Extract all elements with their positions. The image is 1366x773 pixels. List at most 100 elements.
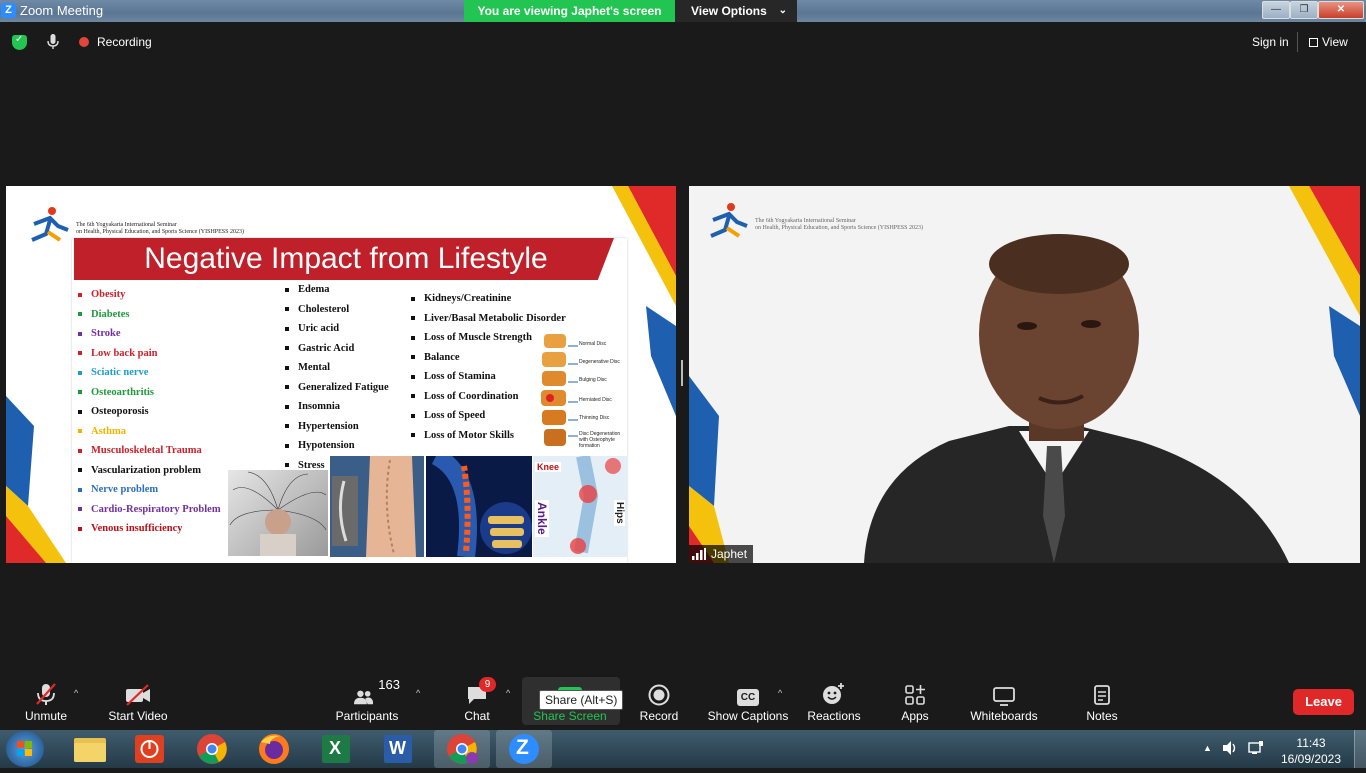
unmute-button[interactable]: Unmute xyxy=(22,672,70,730)
recording-label[interactable]: Recording xyxy=(97,35,152,49)
seminar-logo-icon xyxy=(31,207,69,242)
impact-list-item-text: Stress xyxy=(298,459,325,471)
taskbar-excel[interactable]: X xyxy=(310,730,362,768)
bullet-icon xyxy=(411,394,415,399)
impact-list-item-text: Loss of Coordination xyxy=(424,390,519,402)
speaker-seminar-line-2: on Health, Physical Education, and Sport… xyxy=(755,225,923,231)
power-app-icon xyxy=(135,735,164,763)
chat-unread-badge: 9 xyxy=(479,677,496,692)
hips-label: Hips xyxy=(614,500,625,526)
close-window-button[interactable]: ✕ xyxy=(1318,1,1364,19)
spine-disc-illustration: Normal Disc Degenerative Disc Bulging Disc… xyxy=(536,332,626,450)
bullet-icon xyxy=(285,346,289,351)
bullet-icon xyxy=(78,292,82,297)
taskbar-firefox[interactable] xyxy=(248,730,300,768)
view-button[interactable]: View xyxy=(1309,35,1348,49)
captions-options-chevron-icon[interactable]: ^ xyxy=(778,688,782,698)
impact-list-item: Edema xyxy=(285,284,389,304)
recording-dot-icon xyxy=(79,37,89,47)
encryption-shield-icon[interactable] xyxy=(12,34,27,50)
video-off-icon xyxy=(126,684,150,706)
taskbar-clock[interactable]: 11:43 16/09/2023 xyxy=(1280,735,1342,767)
minimize-button[interactable]: — xyxy=(1262,1,1290,19)
impact-list-item: Osteoporosis xyxy=(78,406,221,426)
impact-list-item-text: Nerve problem xyxy=(91,484,159,495)
participants-button[interactable]: 163 Participants xyxy=(334,672,400,730)
bullet-icon xyxy=(411,413,415,418)
windows-logo-icon xyxy=(17,741,32,756)
firefox-icon xyxy=(259,734,289,764)
impact-list-item-text: Musculoskeletal Trauma xyxy=(91,445,202,456)
show-desktop-button[interactable] xyxy=(1354,730,1366,768)
bullet-icon xyxy=(285,404,289,409)
view-label: View xyxy=(1322,35,1348,49)
seminar-line-1: The 6th Yogyakarta International Seminar xyxy=(76,222,177,228)
bullet-icon xyxy=(78,487,82,492)
smiley-plus-icon xyxy=(823,683,844,704)
sign-in-button[interactable]: Sign in xyxy=(1252,35,1289,49)
impact-list-item-text: Sciatic nerve xyxy=(91,367,149,378)
disc-label: Thinning Disc xyxy=(579,415,610,421)
zoom-letter: Z xyxy=(516,736,529,759)
chat-options-chevron-icon[interactable]: ^ xyxy=(506,688,510,698)
impact-list-item: Hypertension xyxy=(285,421,389,441)
notes-button[interactable]: Notes xyxy=(1082,672,1122,730)
split-resize-handle[interactable] xyxy=(681,360,683,386)
taskbar-word[interactable]: W xyxy=(372,730,424,768)
reactions-label: Reactions xyxy=(807,709,861,723)
bullet-icon xyxy=(78,331,82,336)
impact-list-item-text: Stroke xyxy=(91,328,121,339)
disc-label: Degenerative Disc xyxy=(579,359,620,365)
bullet-icon xyxy=(78,312,82,317)
slide-title: Negative Impact from Lifestyle xyxy=(144,242,548,275)
whiteboards-button[interactable]: Whiteboards xyxy=(966,672,1042,730)
apps-button[interactable]: Apps xyxy=(896,672,934,730)
notes-icon xyxy=(1094,685,1110,705)
show-captions-label: Show Captions xyxy=(707,709,789,723)
bullet-icon xyxy=(411,296,415,301)
taskbar-chrome-profile[interactable] xyxy=(434,730,490,768)
taskbar-power-app[interactable] xyxy=(124,730,176,768)
muted-mic-icon xyxy=(36,683,56,705)
word-letter: W xyxy=(389,738,406,758)
view-grid-icon xyxy=(1309,38,1318,47)
leave-button[interactable]: Leave xyxy=(1293,689,1354,715)
bullet-icon xyxy=(411,335,415,340)
impact-list-item: Diabetes xyxy=(78,309,221,329)
maximize-button[interactable]: ❐ xyxy=(1290,1,1318,19)
impact-list-item-text: Cardio-Respiratory Problem xyxy=(91,503,221,515)
zoom-logo-icon: Z xyxy=(1,3,16,18)
volume-icon[interactable] xyxy=(1222,740,1238,756)
impact-list-item: Cardio-Respiratory Problem xyxy=(78,504,221,524)
bullet-icon xyxy=(285,385,289,390)
impact-list-item-text: Hypertension xyxy=(298,420,359,432)
bullet-icon xyxy=(411,355,415,360)
bullet-icon xyxy=(285,463,289,468)
seminar-line-2: on Health, Physical Education, and Sport… xyxy=(76,229,244,235)
bullet-icon xyxy=(78,468,82,473)
show-hidden-icons-chevron-icon[interactable]: ▲ xyxy=(1203,743,1212,753)
share-tooltip: Share (Alt+S) xyxy=(539,690,624,710)
show-captions-button[interactable]: CC Show Captions xyxy=(706,672,790,730)
audio-options-chevron-icon[interactable]: ^ xyxy=(74,688,78,698)
reactions-button[interactable]: Reactions xyxy=(806,672,862,730)
meeting-toolbar xyxy=(0,672,1366,730)
record-button[interactable]: Record xyxy=(636,672,682,730)
impact-list-item-text: Loss of Speed xyxy=(424,410,486,421)
start-menu-button[interactable] xyxy=(6,731,44,767)
stressed-man-image xyxy=(228,470,328,556)
impact-list-item: Asthma xyxy=(78,426,221,446)
network-icon[interactable] xyxy=(1248,740,1264,756)
clock-date: 16/09/2023 xyxy=(1280,752,1342,766)
participants-options-chevron-icon[interactable]: ^ xyxy=(416,688,420,698)
bullet-icon xyxy=(411,316,415,321)
taskbar-file-explorer[interactable] xyxy=(64,730,116,768)
impact-list-item: Insomnia xyxy=(285,401,389,421)
video-background-decoration xyxy=(689,186,1360,563)
folder-icon xyxy=(74,738,106,762)
taskbar-chrome[interactable] xyxy=(186,730,238,768)
start-video-button[interactable]: Start Video xyxy=(106,672,170,730)
view-options-button[interactable]: View Options ⌄ xyxy=(675,0,797,22)
taskbar-zoom[interactable]: Z xyxy=(496,730,552,768)
impact-list-item-text: Uric acid xyxy=(298,323,340,334)
